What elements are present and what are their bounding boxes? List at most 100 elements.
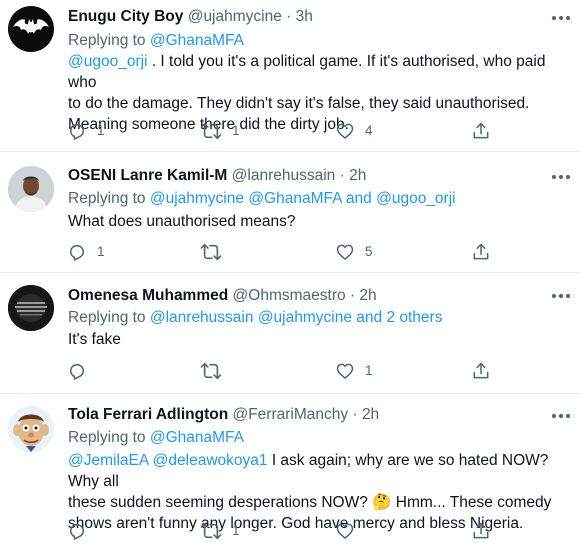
profile-photo-icon [8, 285, 54, 331]
retweet-icon [200, 362, 222, 380]
more-icon [552, 175, 570, 179]
more-options-button[interactable] [550, 406, 572, 426]
reply-icon [70, 524, 84, 540]
separator-dot: · [352, 406, 358, 423]
like-icon [336, 123, 354, 139]
avatar[interactable] [8, 166, 54, 212]
timestamp[interactable]: 2h [349, 167, 366, 184]
avatar[interactable] [8, 285, 54, 331]
more-icon [552, 294, 570, 298]
timestamp[interactable]: 3h [296, 8, 313, 25]
replying-to: Replying to @GhanaMFA [68, 31, 244, 51]
cartoon-avatar-icon [8, 406, 54, 452]
like-icon [336, 363, 354, 379]
tweet-text: It's fake [68, 331, 121, 348]
batman-logo-icon [13, 19, 49, 34]
retweet-count: 1 [232, 123, 240, 138]
user-handle[interactable]: @ujahmycine [188, 8, 282, 25]
tweet-tola-ferrari[interactable]: Tola Ferrari Adlington @FerrariManchy · … [0, 394, 580, 546]
reply-and-label[interactable]: and [356, 309, 382, 326]
tweet-actions: 1 1 4 [0, 120, 580, 142]
replying-label: Replying to [68, 309, 146, 326]
more-options-button[interactable] [550, 286, 572, 306]
retweet-count: 1 [232, 523, 240, 538]
replying-label: Replying to [68, 190, 146, 207]
separator-dot: · [349, 287, 356, 304]
retweet-button[interactable]: 1 [200, 520, 240, 542]
reply-mention-link[interactable]: @ujahmycine [258, 309, 352, 326]
reply-icon [70, 124, 84, 140]
display-name[interactable]: Omenesa Muhammed [68, 287, 228, 304]
mention-link[interactable]: @deleawokoya1 [153, 452, 268, 469]
timestamp[interactable]: 2h [362, 406, 379, 423]
replying-label: Replying to [68, 429, 146, 446]
reply-count: 1 [97, 123, 105, 138]
replying-to: Replying to @GhanaMFA [68, 428, 244, 448]
reply-mention-link[interactable]: @ugoo_orji [376, 190, 456, 207]
profile-photo-icon [8, 166, 54, 212]
avatar[interactable] [8, 406, 54, 452]
share-button[interactable] [471, 520, 491, 542]
reply-mention-link[interactable]: @lanrehussain [150, 309, 254, 326]
tweet-oseni-lanre[interactable]: OSENI Lanre Kamil-M @lanrehussain · 2h R… [0, 152, 580, 273]
display-name[interactable]: Enugu City Boy [68, 8, 183, 25]
retweet-icon [200, 122, 222, 140]
tweet-omenesa-muhammed[interactable]: Omenesa Muhammed @Ohmsmaestro · 2h Reply… [0, 273, 580, 394]
replying-to: Replying to @ujahmycine @GhanaMFA and @u… [68, 189, 456, 209]
share-icon [473, 522, 489, 539]
share-button[interactable] [471, 360, 491, 382]
like-button[interactable]: 4 [335, 120, 373, 142]
separator-dot: · [339, 167, 345, 184]
reply-button[interactable]: 1 [67, 241, 105, 263]
share-button[interactable] [471, 120, 491, 142]
reply-button[interactable]: 1 [67, 120, 105, 142]
reply-mention-link[interactable]: @GhanaMFA [150, 429, 244, 446]
like-button[interactable] [335, 520, 365, 542]
user-handle[interactable]: @Ohmsmaestro [233, 287, 346, 304]
reply-mention-link[interactable]: @GhanaMFA [150, 32, 244, 49]
avatar[interactable] [8, 6, 54, 52]
more-options-button[interactable] [550, 167, 572, 187]
display-name[interactable]: Tola Ferrari Adlington [68, 406, 228, 423]
like-button[interactable]: 5 [335, 241, 373, 263]
reply-icon [70, 245, 84, 261]
retweet-button[interactable] [200, 360, 232, 382]
more-options-button[interactable] [550, 8, 572, 28]
like-icon [336, 523, 354, 539]
tweet-enugu-city-boy[interactable]: Enugu City Boy @ujahmycine · 3h Replying… [0, 0, 580, 152]
tweet-text: What does unauthorised means? [68, 213, 296, 230]
reply-and-label[interactable]: and [346, 190, 372, 207]
share-icon [473, 362, 489, 379]
reply-button[interactable] [67, 360, 97, 382]
retweet-icon [200, 522, 222, 540]
like-count: 1 [365, 363, 373, 378]
retweet-button[interactable] [200, 241, 232, 263]
more-icon [552, 16, 570, 20]
reply-others-link[interactable]: 2 others [386, 309, 442, 326]
tweet-actions: 1 5 [0, 241, 580, 263]
timestamp[interactable]: 2h [359, 287, 376, 304]
reply-icon [70, 364, 84, 380]
retweet-button[interactable]: 1 [200, 120, 240, 142]
reply-mention-link[interactable]: @GhanaMFA [248, 190, 341, 207]
like-icon [336, 244, 354, 260]
share-button[interactable] [471, 241, 491, 263]
replying-to: Replying to @lanrehussain @ujahmycine an… [68, 308, 442, 328]
more-icon [552, 414, 570, 418]
mention-link[interactable]: @JemilaEA [68, 452, 148, 469]
mention-link[interactable]: @ugoo_orji [68, 53, 148, 70]
display-name[interactable]: OSENI Lanre Kamil-M [68, 167, 227, 184]
like-button[interactable]: 1 [335, 360, 373, 382]
retweet-icon [200, 243, 222, 261]
user-handle[interactable]: @lanrehussain [232, 167, 336, 184]
share-icon [473, 122, 489, 139]
like-count: 4 [365, 123, 373, 138]
reply-count: 1 [97, 244, 105, 259]
user-handle[interactable]: @FerrariManchy [232, 406, 348, 423]
separator-dot: · [286, 8, 292, 25]
replying-label: Replying to [68, 32, 146, 49]
share-icon [473, 243, 489, 260]
reply-button[interactable] [67, 520, 97, 542]
reply-mention-link[interactable]: @ujahmycine [150, 190, 244, 207]
like-count: 5 [365, 244, 373, 259]
